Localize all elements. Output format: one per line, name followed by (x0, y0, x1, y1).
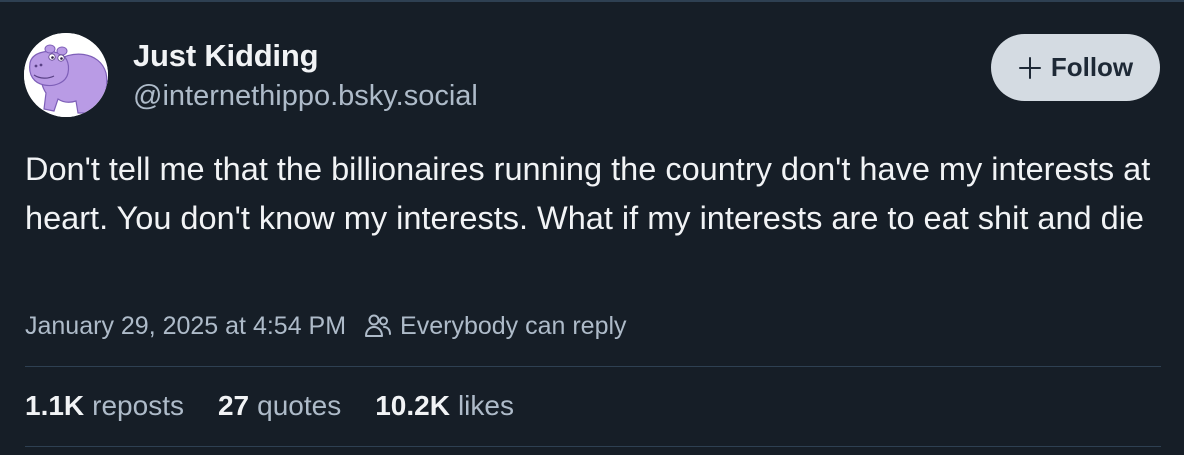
quotes-count: 27 (217, 390, 250, 421)
people-icon (365, 314, 392, 337)
avatar[interactable] (24, 33, 108, 117)
quotes-label: quotes (257, 390, 342, 421)
follow-button[interactable]: Follow (991, 34, 1160, 101)
follow-button-label: Follow (1050, 52, 1134, 82)
engagement-stats: 1.1K reposts 27 quotes 10.2K likes (25, 390, 548, 422)
hippo-avatar-icon (24, 33, 108, 117)
likes-count: 10.2K (375, 390, 450, 421)
post-thread-item: Just Kidding @internethippo.bsky.social … (0, 0, 1184, 455)
post-text: Don't tell me that the billionaires runn… (25, 151, 1151, 236)
reply-setting: Everybody can reply (400, 311, 627, 340)
plus-icon (1018, 56, 1042, 80)
divider (25, 366, 1161, 367)
reposts-stat[interactable]: 1.1K reposts (25, 390, 184, 422)
reposts-count: 1.1K (25, 390, 85, 421)
likes-stat[interactable]: 10.2K likes (375, 390, 514, 422)
reposts-label: reposts (92, 390, 184, 421)
author-handle[interactable]: @internethippo.bsky.social (133, 80, 478, 113)
post-meta: January 29, 2025 at 4:54 PM Everybody ca… (25, 310, 627, 342)
author-display-name[interactable]: Just Kidding (133, 38, 319, 74)
divider (25, 446, 1161, 447)
quotes-stat[interactable]: 27 quotes (218, 390, 341, 422)
post-timestamp[interactable]: January 29, 2025 at 4:54 PM (25, 312, 346, 341)
likes-label: likes (457, 390, 514, 421)
